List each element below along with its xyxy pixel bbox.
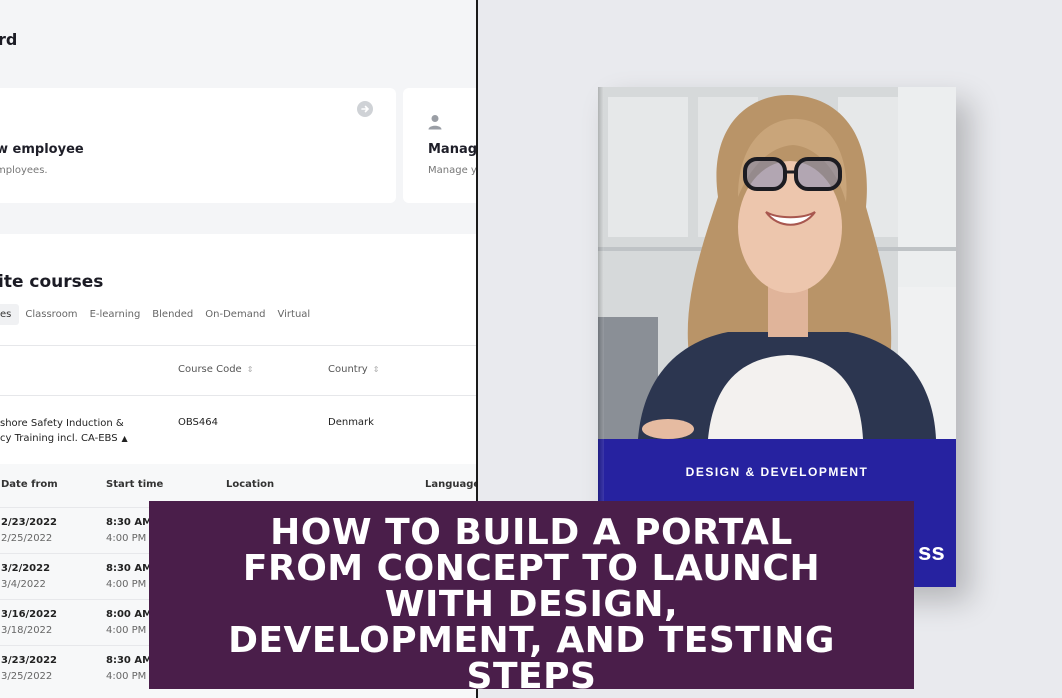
language-header: Language bbox=[425, 479, 476, 490]
course-country: Denmark bbox=[328, 417, 374, 428]
tab-blended[interactable]: Blended bbox=[146, 304, 199, 325]
book-title-partial: ss bbox=[918, 539, 945, 566]
tab-all[interactable]: es bbox=[0, 303, 20, 325]
card-description: mployees. bbox=[0, 165, 48, 176]
card-title: w employee bbox=[0, 142, 84, 157]
divider bbox=[0, 395, 476, 396]
course-code: OBS464 bbox=[178, 417, 218, 428]
course-name[interactable]: shore Safety Induction & cy Training inc… bbox=[0, 416, 128, 446]
book-kicker: DESIGN & DEVELOPMENT bbox=[685, 465, 869, 479]
tab-on-demand[interactable]: On-Demand bbox=[199, 304, 271, 325]
location-header: Location bbox=[226, 479, 275, 490]
tab-virtual[interactable]: Virtual bbox=[272, 304, 317, 325]
card-description: Manage yo bbox=[428, 165, 476, 176]
person-icon bbox=[428, 114, 442, 134]
date-from-header: Date from bbox=[1, 479, 58, 490]
title-banner: HOW TO BUILD A PORTAL FROM CONCEPT TO LA… bbox=[149, 501, 914, 695]
tab-classroom[interactable]: Classroom bbox=[19, 304, 83, 325]
article-title: HOW TO BUILD A PORTAL FROM CONCEPT TO LA… bbox=[228, 512, 835, 697]
course-type-tabs: es Classroom E-learning Blended On-Deman… bbox=[0, 301, 316, 327]
arrow-right-icon[interactable] bbox=[357, 101, 373, 117]
dashboard-title: rd bbox=[0, 30, 18, 49]
card-title: Manage bbox=[428, 142, 476, 157]
divider bbox=[0, 345, 476, 346]
sort-icon: ⇕ bbox=[246, 364, 254, 374]
course-code-header[interactable]: Course Code ⇕ bbox=[178, 364, 253, 375]
courses-heading: ite courses bbox=[0, 272, 104, 292]
tab-e-learning[interactable]: E-learning bbox=[84, 304, 147, 325]
woman-photo bbox=[598, 87, 956, 439]
manage-card[interactable]: Manage Manage yo bbox=[403, 88, 476, 203]
country-header[interactable]: Country ⇕ bbox=[328, 364, 379, 375]
caret-up-icon[interactable]: ▲ bbox=[122, 434, 128, 443]
start-time-header: Start time bbox=[106, 479, 164, 490]
sort-icon: ⇕ bbox=[372, 364, 380, 374]
new-employee-card[interactable]: w employee mployees. bbox=[0, 88, 396, 203]
